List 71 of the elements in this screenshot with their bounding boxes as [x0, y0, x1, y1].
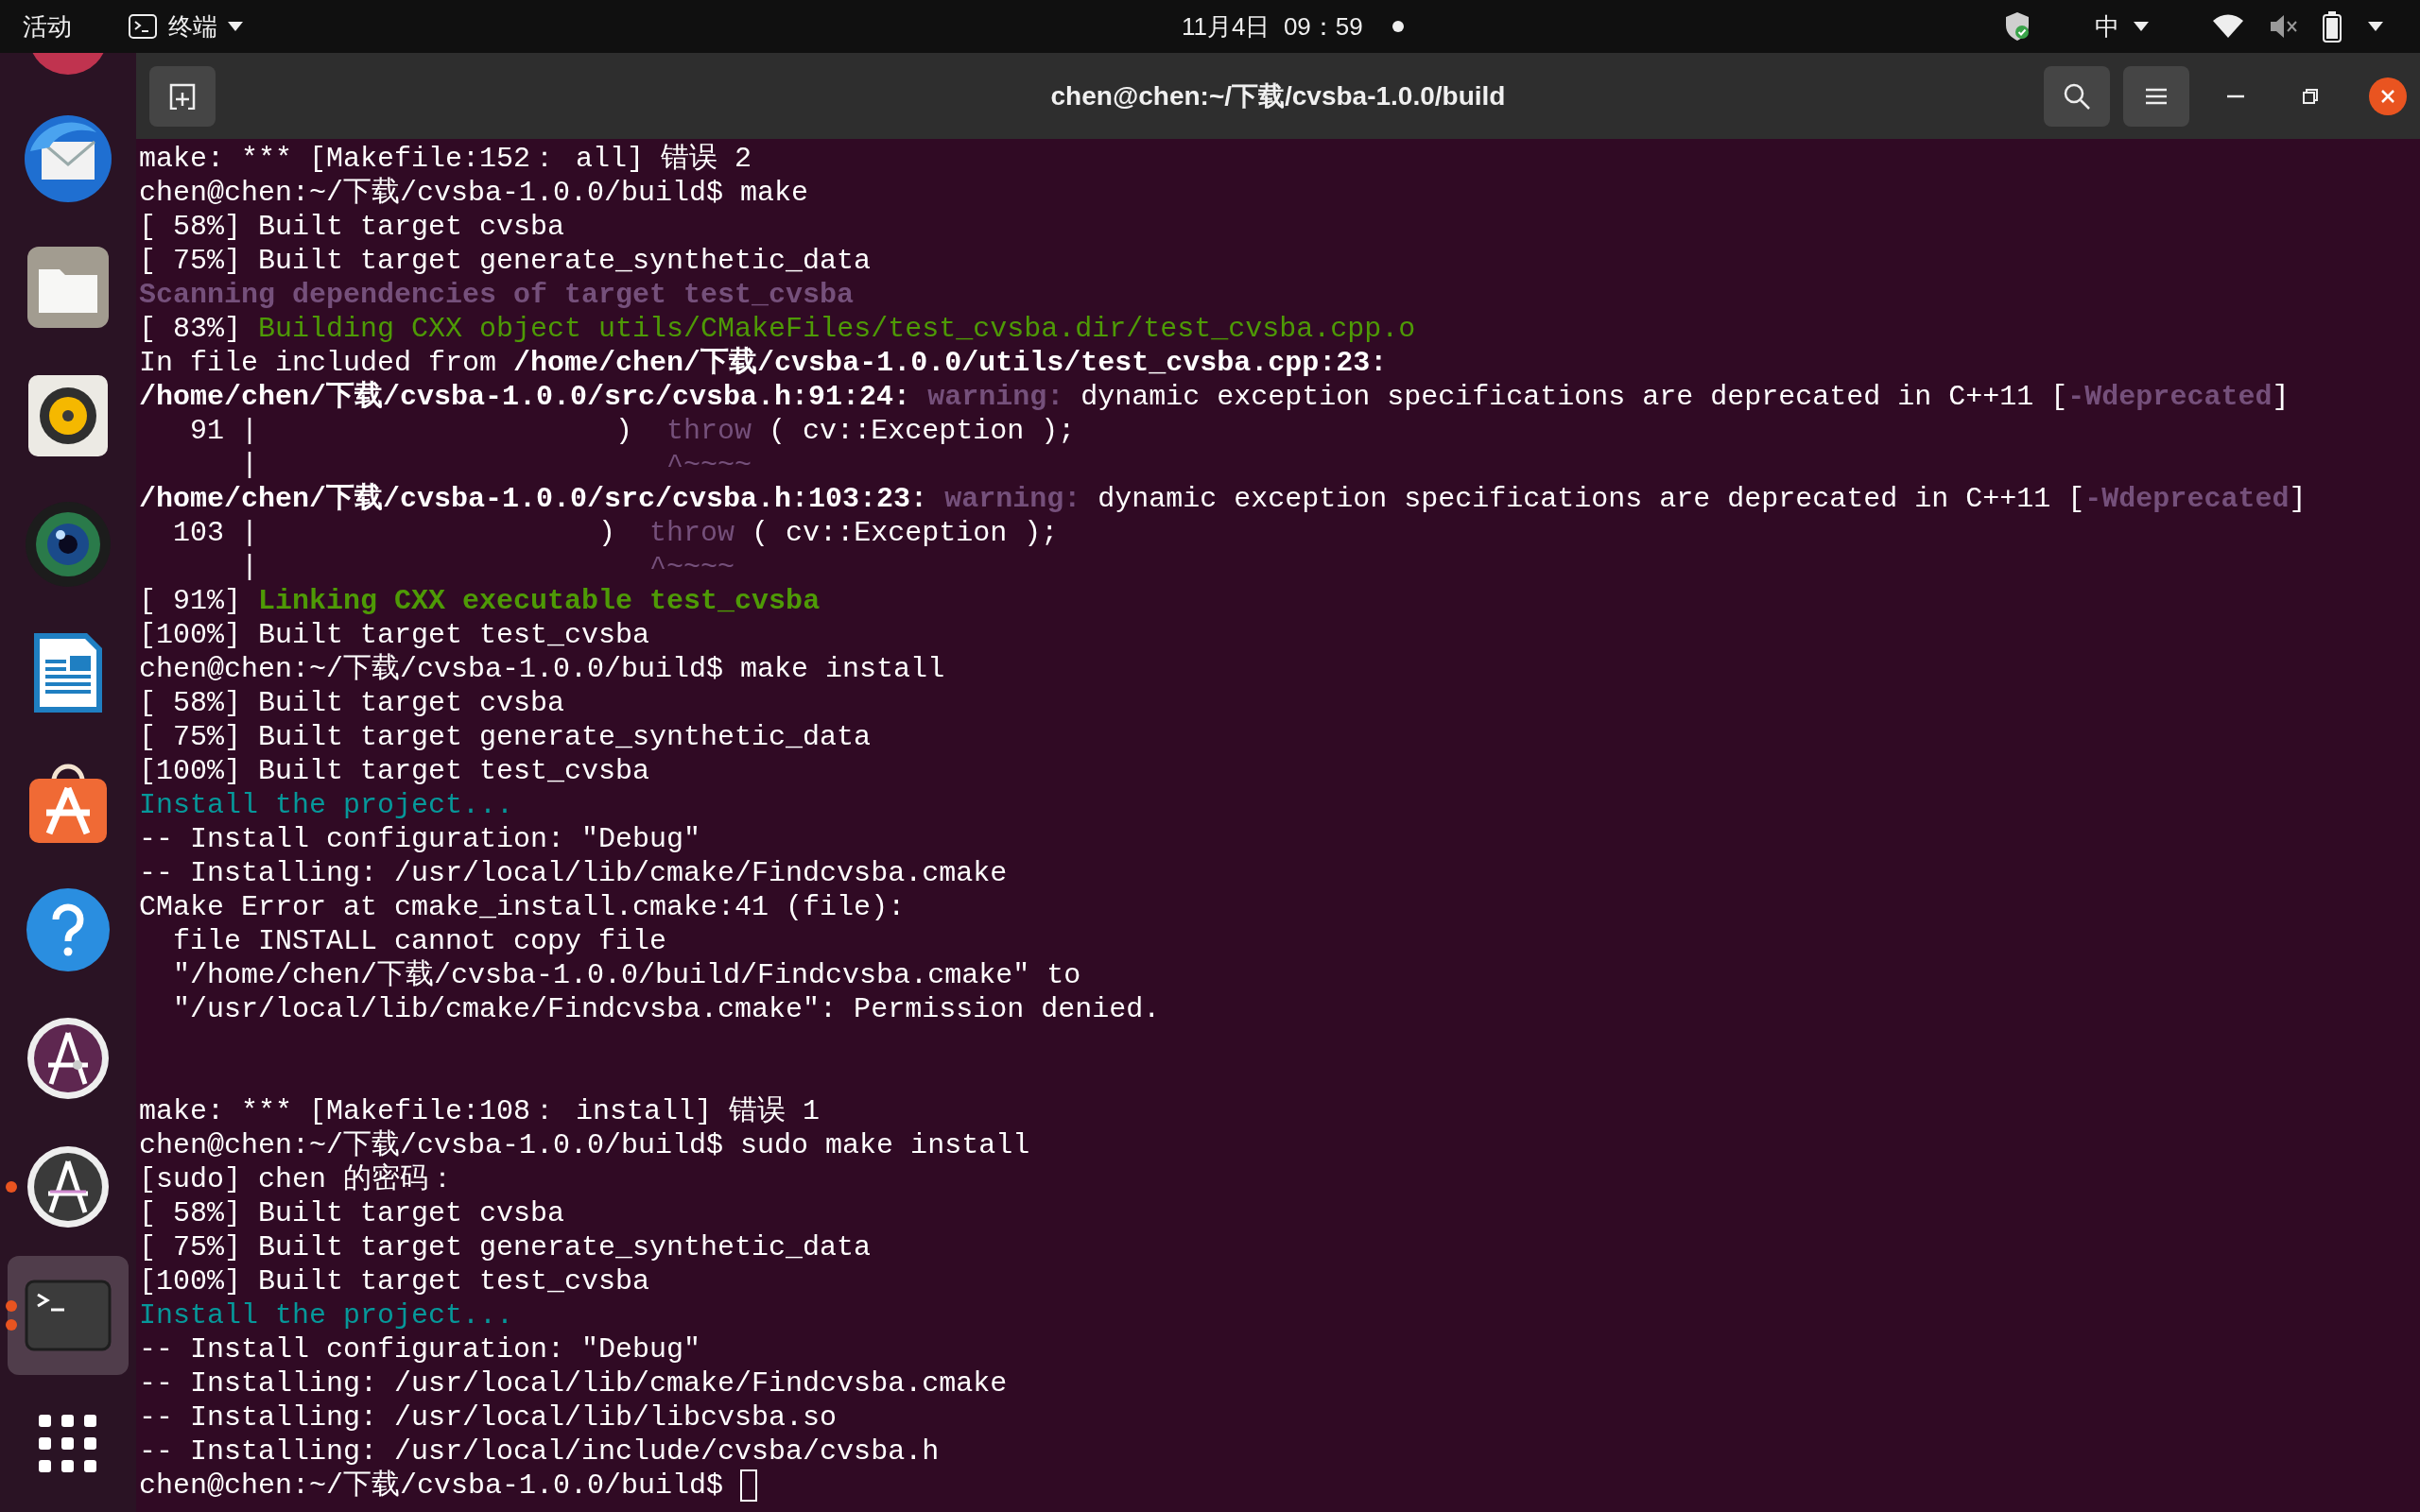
terminal-line: Install the project...: [139, 788, 514, 822]
menu-button[interactable]: [2123, 65, 2189, 127]
speaker-muted-icon[interactable]: [2269, 13, 2299, 40]
terminal-line: -- Installing: /usr/local/lib/libcvsba.so: [139, 1400, 838, 1435]
terminal-line: make: *** [Makefile:108： install] 错误 1: [139, 1094, 821, 1128]
help-icon[interactable]: [26, 887, 111, 972]
terminal-line: 91 | ) throw ( cv::Exception );: [189, 414, 1076, 448]
terminal-line: file INSTALL cannot copy file: [172, 924, 667, 958]
terminal-line: 103 | ) throw ( cv::Exception );: [172, 516, 1059, 550]
terminal-line: | ^~~~~: [240, 448, 752, 482]
activities-button[interactable]: 活动: [23, 8, 72, 45]
search-button[interactable]: [2044, 65, 2110, 127]
app-menu[interactable]: 终端: [168, 8, 217, 45]
restore-icon[interactable]: [2303, 88, 2318, 104]
terminal-line: [sudo] chen 的密码：: [139, 1162, 458, 1196]
caret-icon: [227, 21, 244, 32]
terminal-line: "/home/chen/下载/cvsba-1.0.0/build/Findcvsba.cmake" to: [172, 958, 1081, 992]
close-icon: [2380, 88, 2395, 104]
caret-icon[interactable]: [2367, 21, 2384, 32]
terminal-line: [ 91%] Linking CXX executable test_cvsba: [139, 584, 821, 618]
terminal-line: chen@chen:~/下载/cvsba-1.0.0/build$ make: [139, 176, 809, 210]
terminal-line: [ 58%] Built target cvsba: [139, 686, 565, 720]
terminal-line: [ 75%] Built target generate_synthetic_data: [139, 720, 872, 754]
terminal-line: /home/chen/下载/cvsba-1.0.0/src/cvsba.h:91:24: warning: dynamic exception specifications are deprecated in C++11 [-Wdeprecated]: [139, 380, 2290, 414]
letter-a-icon[interactable]: [26, 1144, 111, 1229]
terminal-line: chen@chen:~/下载/cvsba-1.0.0/build$ make install: [139, 652, 945, 686]
terminal-line: Scanning dependencies of target test_cvsba: [139, 278, 855, 312]
notification-dot-icon: [1391, 20, 1405, 33]
terminal-line: [ 75%] Built target generate_synthetic_data: [139, 244, 872, 278]
terminal-line: make: *** [Makefile:152： all] 错误 2: [139, 142, 752, 176]
shield-icon[interactable]: [2004, 11, 2031, 42]
terminal-line: -- Installing: /usr/local/lib/cmake/Findcvsba.cmake: [139, 856, 1008, 890]
terminal-line: In file included from /home/chen/下载/cvsba-1.0.0/utils/test_cvsba.cpp:23:: [139, 346, 1388, 380]
speaker-icon[interactable]: [26, 373, 110, 458]
caret-icon: [2133, 21, 2150, 32]
mail-icon[interactable]: [23, 113, 113, 204]
new-tab-icon: [169, 82, 196, 110]
terminal-line: [100%] Built target test_cvsba: [139, 754, 650, 788]
terminal-line: [ 83%] Building CXX object utils/CMakeFiles/test_cvsba.dir/test_cvsba.cpp.o: [139, 312, 1416, 346]
terminal-line: [ 58%] Built target cvsba: [139, 210, 565, 244]
clock[interactable]: 11月4日 09：59: [1182, 8, 1363, 45]
close-button[interactable]: [2369, 77, 2407, 115]
terminal-line: -- Installing: /usr/local/include/cvsba/cvsba.h: [139, 1435, 940, 1469]
wifi-icon[interactable]: [2212, 14, 2244, 39]
terminal-line: [100%] Built target test_cvsba: [139, 1264, 650, 1298]
input-method-button[interactable]: 中: [2095, 8, 2119, 45]
terminal-line: [ 75%] Built target generate_synthetic_data: [139, 1230, 872, 1264]
terminal-line: chen@chen:~/下载/cvsba-1.0.0/build$ sudo make install: [139, 1128, 1030, 1162]
camera-lens-icon[interactable]: [25, 501, 112, 588]
battery-icon[interactable]: [2322, 10, 2342, 43]
terminal-icon[interactable]: [25, 1280, 112, 1351]
terminal-line: [ 58%] Built target cvsba: [139, 1196, 565, 1230]
terminal-line: -- Install configuration: "Debug": [139, 1332, 701, 1366]
folder-icon[interactable]: [26, 245, 111, 330]
terminal-line: CMake Error at cmake_install.cmake:41 (file):: [139, 890, 906, 924]
minimize-icon[interactable]: [2227, 94, 2244, 98]
window-title: chen@chen:~/下载/cvsba-1.0.0/build: [1050, 79, 1506, 112]
terminal-line: -- Install configuration: "Debug": [139, 822, 701, 856]
new-tab-button[interactable]: [149, 65, 216, 127]
terminal-line: | ^~~~~: [240, 550, 735, 584]
letter-a-icon[interactable]: [26, 1016, 111, 1101]
terminal-line: /home/chen/下载/cvsba-1.0.0/src/cvsba.h:103:23: warning: dynamic exception specifications are deprecated in C++11 [-Wdeprecated]: [139, 482, 2307, 516]
terminal-line: -- Installing: /usr/local/lib/cmake/Findcvsba.cmake: [139, 1366, 1008, 1400]
menu-icon: [2145, 86, 2168, 106]
search-icon: [2063, 81, 2091, 111]
terminal-line: Install the project...: [139, 1298, 514, 1332]
terminal-line: chen@chen:~/下载/cvsba-1.0.0/build$: [139, 1469, 725, 1503]
terminal-line: [100%] Built target test_cvsba: [139, 618, 650, 652]
terminal-icon: [129, 14, 157, 39]
app-grid-icon[interactable]: [39, 1415, 97, 1473]
terminal-line: "/usr/local/lib/cmake/Findcvsba.cmake": Permission denied.: [172, 992, 1161, 1026]
